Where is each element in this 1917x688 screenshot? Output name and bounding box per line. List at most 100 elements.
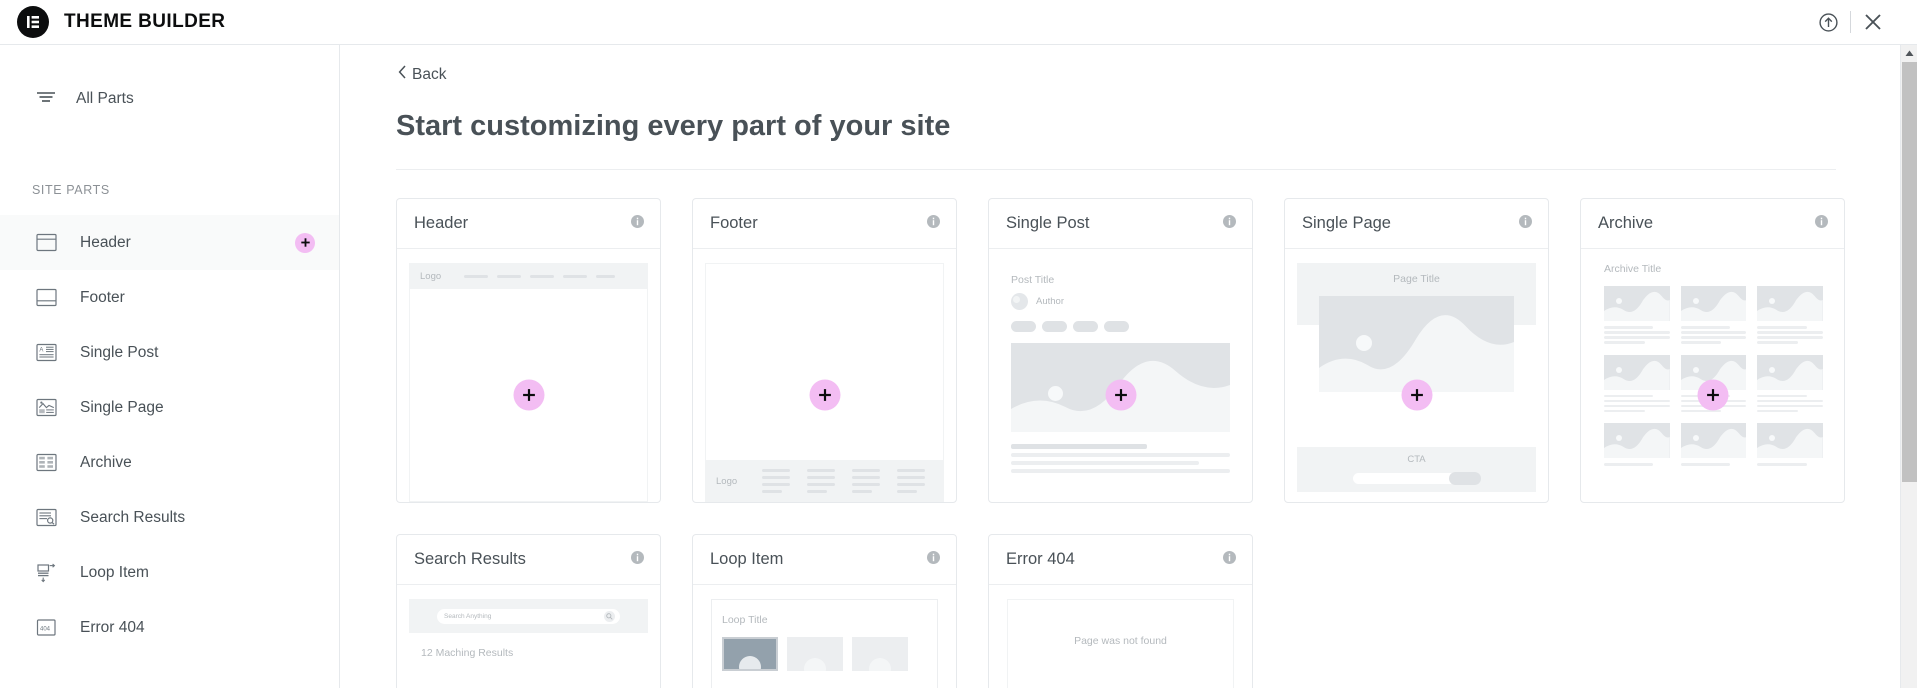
loop-thumbnail-selected[interactable] [722, 637, 778, 671]
archive-post-card[interactable] [1680, 286, 1747, 344]
cta-input[interactable] [1352, 473, 1455, 484]
add-footer-template-button[interactable] [809, 379, 840, 411]
site-parts-card-grid: Header Logo Footer Logo Single Post Post… [396, 198, 1866, 688]
card-single-post[interactable]: Single Post Post Title Author [988, 198, 1253, 503]
sidebar-item-archive[interactable]: Archive [0, 435, 339, 490]
info-icon[interactable] [1223, 550, 1236, 569]
topbar-actions [1806, 0, 1895, 45]
author-placeholder: Author [1036, 296, 1064, 307]
card-preview: Logo [693, 249, 956, 502]
archive-post-card[interactable] [1604, 423, 1670, 466]
single-post-icon: A [36, 343, 58, 362]
search-results-preview: Search Anything 12 Maching Results [409, 599, 648, 688]
add-single-page-template-button[interactable] [1401, 379, 1432, 411]
sidebar-parts-list: Header Footer A Single Post Single Page … [0, 215, 339, 655]
footer-band: Logo [705, 460, 944, 502]
header-nav-band: Logo [409, 263, 648, 289]
sidebar-item-single-post[interactable]: A Single Post [0, 325, 339, 380]
post-thumbnail [1757, 286, 1823, 321]
info-icon[interactable] [1815, 214, 1828, 233]
avatar [1011, 293, 1028, 310]
all-parts-label: All Parts [76, 90, 134, 107]
page-image-placeholder [1319, 296, 1514, 392]
loop-thumbnail[interactable] [787, 637, 843, 671]
archive-post-card[interactable] [1757, 423, 1823, 466]
footer-link-columns [762, 469, 926, 493]
card-preview: Page was not found [989, 585, 1252, 688]
card-header-bar: Single Page [1285, 199, 1548, 249]
info-icon[interactable] [1223, 214, 1236, 233]
elementor-logo-icon[interactable] [17, 6, 49, 38]
archive-post-card[interactable] [1604, 286, 1670, 344]
add-single-post-template-button[interactable] [1105, 379, 1136, 411]
scrollbar-thumb[interactable] [1902, 62, 1917, 482]
info-icon[interactable] [927, 550, 940, 569]
add-header-button[interactable] [295, 232, 315, 253]
card-title: Archive [1598, 214, 1654, 232]
archive-post-card[interactable] [1757, 354, 1823, 412]
card-single-page[interactable]: Single Page Page Title CTA [1284, 198, 1549, 503]
card-header-bar: Archive [1581, 199, 1844, 249]
sidebar-item-search-results[interactable]: Search Results [0, 490, 339, 545]
sidebar-item-single-page[interactable]: Single Page [0, 380, 339, 435]
error-404-preview: Page was not found [1001, 599, 1240, 688]
post-content-lines [1011, 444, 1230, 473]
sidebar-item-label: Archive [80, 453, 132, 471]
loop-thumbnail[interactable] [852, 637, 908, 671]
card-loop-item[interactable]: Loop Item Loop Title [692, 534, 957, 688]
sidebar-item-footer[interactable]: Footer [0, 270, 339, 325]
card-header-bar: Footer [693, 199, 956, 249]
loop-title-placeholder: Loop Title [722, 614, 768, 626]
archive-post-card[interactable] [1604, 354, 1670, 412]
card-title: Header [414, 214, 469, 232]
card-header-bar: Search Results [397, 535, 660, 585]
search-band: Search Anything [409, 599, 648, 633]
footer-canvas [705, 263, 944, 460]
title-divider [396, 169, 1836, 170]
error-message: Page was not found [1074, 635, 1167, 647]
card-title: Footer [710, 214, 758, 232]
archive-post-card[interactable] [1680, 423, 1747, 466]
loop-item-icon [36, 563, 58, 583]
sidebar-item-header[interactable]: Header [0, 215, 339, 270]
post-thumbnail [1680, 423, 1747, 458]
card-search-results[interactable]: Search Results Search Anything 12 Machin… [396, 534, 661, 688]
vertical-scrollbar[interactable] [1900, 45, 1917, 688]
card-preview: Loop Title [693, 585, 956, 688]
card-header-bar: Error 404 [989, 535, 1252, 585]
sidebar-item-error-404[interactable]: 404 Error 404 [0, 600, 339, 655]
add-header-template-button[interactable] [513, 379, 544, 411]
cta-submit-button[interactable] [1448, 472, 1481, 485]
sidebar-item-loop-item[interactable]: Loop Item [0, 545, 339, 600]
post-thumbnail [1604, 286, 1670, 321]
archive-post-grid [1595, 286, 1832, 466]
back-button[interactable]: Back [398, 65, 446, 84]
nav-items [464, 274, 616, 278]
card-header-bar: Loop Item [693, 535, 956, 585]
info-icon[interactable] [631, 214, 644, 233]
search-icon[interactable] [604, 610, 615, 622]
card-footer[interactable]: Footer Logo [692, 198, 957, 503]
info-icon[interactable] [927, 214, 940, 233]
card-archive[interactable]: Archive Archive Title [1580, 198, 1845, 503]
info-icon[interactable] [1519, 214, 1532, 233]
post-thumbnail [1604, 423, 1670, 458]
archive-post-card[interactable] [1757, 286, 1823, 344]
cta-form [1352, 472, 1481, 485]
post-title-placeholder: Post Title [1011, 274, 1055, 286]
loop-thumbnails [722, 637, 927, 671]
cta-band: CTA [1297, 447, 1536, 492]
author-row: Author [1011, 293, 1230, 310]
card-title: Single Page [1302, 214, 1391, 232]
circle-arrow-up-icon[interactable] [1806, 0, 1850, 45]
sidebar-item-label: Error 404 [80, 618, 145, 636]
sidebar-item-all-parts[interactable]: All Parts [0, 71, 339, 127]
card-preview: Page Title CTA [1285, 249, 1548, 502]
search-input[interactable]: Search Anything [437, 608, 620, 624]
card-header[interactable]: Header Logo [396, 198, 661, 503]
info-icon[interactable] [631, 550, 644, 569]
add-archive-template-button[interactable] [1697, 379, 1728, 411]
scroll-up-arrow-icon[interactable] [1901, 45, 1917, 62]
card-error-404[interactable]: Error 404 Page was not found [988, 534, 1253, 688]
close-icon[interactable] [1851, 0, 1895, 45]
